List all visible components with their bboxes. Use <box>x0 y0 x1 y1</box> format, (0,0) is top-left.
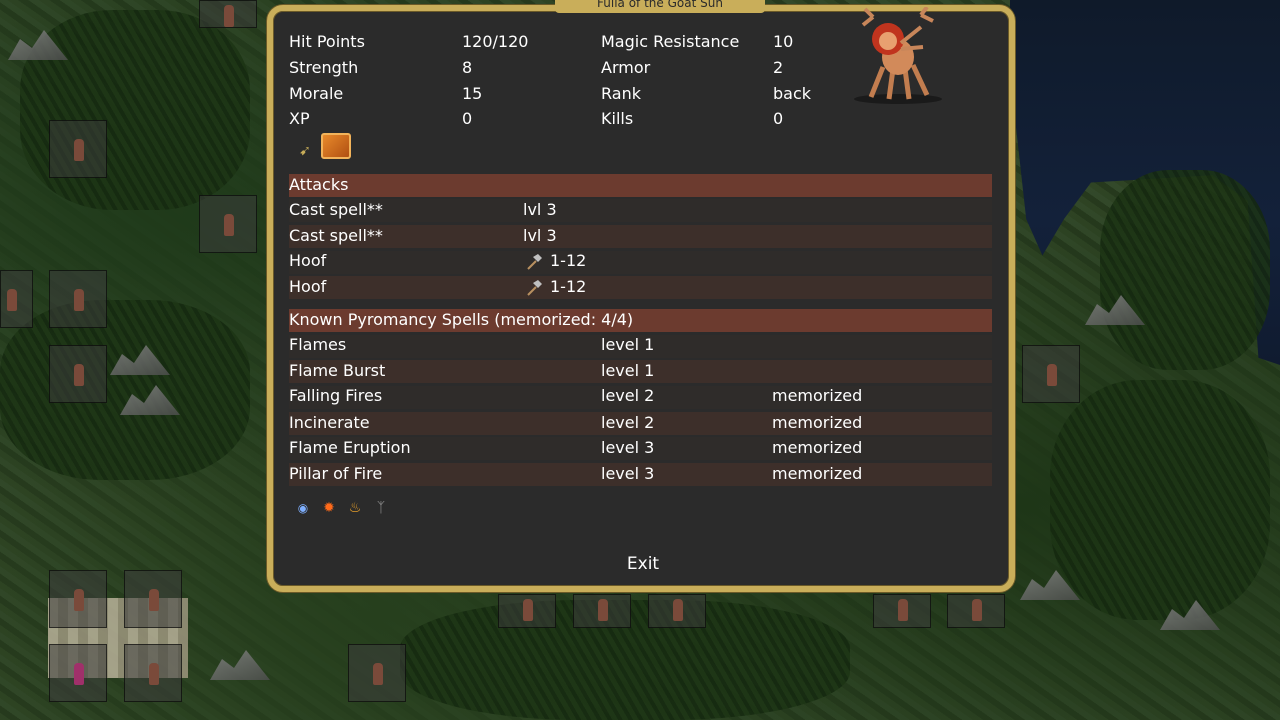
stat-value-morale: 15 <box>462 84 483 103</box>
attack-name: Hoof <box>289 251 327 270</box>
horn-icon[interactable]: ➹ <box>293 139 317 163</box>
fire-burst-icon[interactable]: ✹ <box>317 496 341 520</box>
stat-label-xp: XP <box>289 109 310 128</box>
spells-header: Known Pyromancy Spells (memorized: 4/4) <box>289 310 634 329</box>
attack-damage: 1-12 <box>550 251 587 270</box>
forest-area <box>1100 170 1270 370</box>
hammer-icon <box>527 254 542 270</box>
stat-value-strength: 8 <box>462 58 473 77</box>
dialog-title: Fulla of the Goat Sun <box>555 0 765 13</box>
stat-value-armor: 2 <box>773 58 784 77</box>
stat-value-kills: 0 <box>773 109 784 128</box>
unit-portrait <box>854 7 942 104</box>
unit-tile[interactable] <box>124 570 182 628</box>
unit-tile[interactable] <box>199 0 257 28</box>
unit-tile[interactable] <box>49 120 107 178</box>
attack-row <box>289 225 992 248</box>
unit-tile[interactable] <box>49 644 107 702</box>
hammer-icon <box>527 280 542 296</box>
unit-tile[interactable] <box>49 570 107 628</box>
stat-label-rank: Rank <box>601 84 641 103</box>
attack-row <box>289 276 992 299</box>
unit-tile[interactable] <box>947 594 1005 628</box>
spell-name: Flame Eruption <box>289 438 411 457</box>
attack-damage: 1-12 <box>550 277 587 296</box>
spell-level: level 3 <box>601 438 655 457</box>
spell-status: memorized <box>772 386 863 405</box>
unit-tile[interactable] <box>1022 345 1080 403</box>
unit-tile[interactable] <box>873 594 931 628</box>
unit-tile[interactable] <box>49 270 107 328</box>
spell-name: Flames <box>289 335 347 354</box>
exit-button[interactable]: Exit <box>615 551 671 577</box>
stat-value-xp: 0 <box>462 109 473 128</box>
attack-row <box>289 199 992 222</box>
spell-level: level 2 <box>601 386 655 405</box>
attacks-header: Attacks <box>289 175 349 194</box>
spell-level: level 1 <box>601 335 655 354</box>
forest-area <box>0 300 250 480</box>
attack-name: Cast spell** <box>289 200 383 219</box>
attack-value: lvl 3 <box>523 226 557 245</box>
stat-value-magic-resistance: 10 <box>773 32 794 51</box>
spell-level: level 2 <box>601 413 655 432</box>
mountain <box>210 650 270 680</box>
unit-tile[interactable] <box>49 345 107 403</box>
stat-label-hit-points: Hit Points <box>289 32 365 51</box>
forest-area <box>1050 380 1270 620</box>
unit-tile[interactable] <box>498 594 556 628</box>
unit-tile[interactable] <box>573 594 631 628</box>
attack-value: lvl 3 <box>523 200 557 219</box>
wolf-icon[interactable]: ᛉ <box>369 496 393 520</box>
unit-tile[interactable] <box>648 594 706 628</box>
stat-label-armor: Armor <box>601 58 651 77</box>
forest-area <box>20 10 250 210</box>
spell-name: Pillar of Fire <box>289 464 383 483</box>
stat-label-kills: Kills <box>601 109 634 128</box>
stat-label-magic-resistance: Magic Resistance <box>601 32 740 51</box>
stat-value-rank: back <box>773 84 812 103</box>
unit-tile[interactable] <box>124 644 182 702</box>
attack-name: Cast spell** <box>289 226 383 245</box>
attack-name: Hoof <box>289 277 327 296</box>
spell-status: memorized <box>772 413 863 432</box>
spell-level: level 1 <box>601 361 655 380</box>
unit-tile[interactable] <box>199 195 257 253</box>
scroll-icon[interactable] <box>321 133 351 159</box>
stat-value-hit-points: 120/120 <box>462 32 529 51</box>
unit-tile[interactable] <box>348 644 406 702</box>
spell-name: Falling Fires <box>289 386 383 405</box>
spell-name: Flame Burst <box>289 361 386 380</box>
eye-icon[interactable]: ◉ <box>291 496 315 520</box>
flame-icon[interactable]: ♨ <box>343 496 367 520</box>
attack-row <box>289 251 992 274</box>
stat-label-strength: Strength <box>289 58 359 77</box>
unit-tile[interactable] <box>0 270 33 328</box>
spell-level: level 3 <box>601 464 655 483</box>
attacks-header-band <box>289 174 992 197</box>
spell-status: memorized <box>772 438 863 457</box>
spell-name: Incinerate <box>289 413 370 432</box>
spell-status: memorized <box>772 464 863 483</box>
stat-label-morale: Morale <box>289 84 344 103</box>
unit-info-dialog: Fulla of the Goat Sun Hit Points 120/120… <box>267 0 1015 592</box>
